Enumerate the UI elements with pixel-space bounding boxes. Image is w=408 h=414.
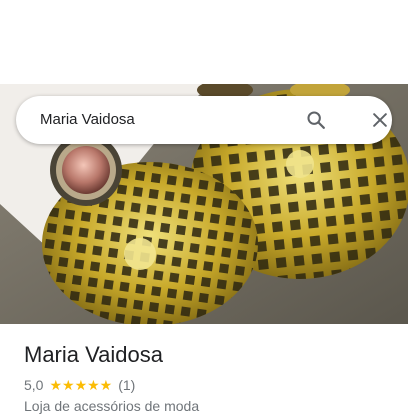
close-icon [373,113,387,127]
place-info-panel: Maria Vaidosa 5,0 ★★★★★ (1) Loja de aces… [0,324,408,414]
star-rating-icon: ★★★★★ [49,376,113,393]
place-category[interactable]: Loja de acessórios de moda [24,398,199,414]
search-input[interactable]: Maria Vaidosa [40,96,135,144]
review-count[interactable]: (1) [118,377,135,393]
search-button[interactable] [302,106,330,134]
place-title: Maria Vaidosa [24,342,163,367]
search-bar[interactable]: Maria Vaidosa [16,96,392,144]
map-top-area [0,0,408,84]
search-icon [307,111,325,129]
rating-value: 5,0 [24,377,44,393]
rating-row[interactable]: 5,0 ★★★★★ (1) [24,376,135,394]
clear-button[interactable] [366,106,394,134]
